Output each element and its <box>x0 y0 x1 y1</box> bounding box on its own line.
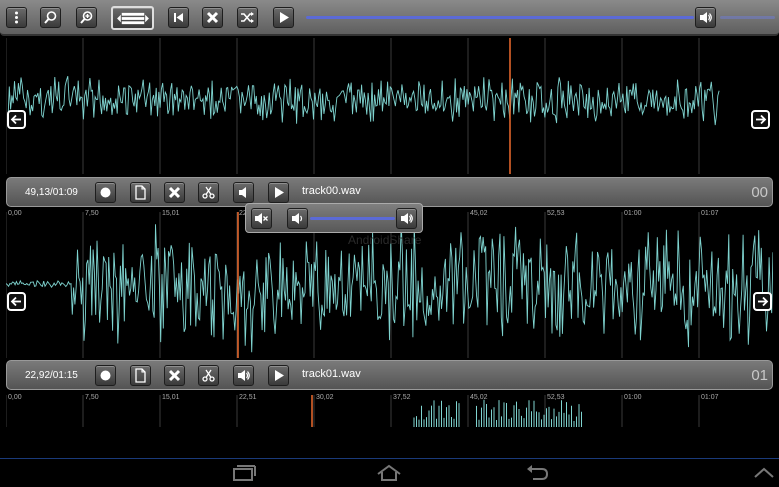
track-name: track01.wav <box>302 368 361 380</box>
menu-button[interactable] <box>6 7 27 28</box>
zoom-in-icon <box>80 11 93 24</box>
watermark: AndroidShare <box>348 233 422 247</box>
waveform-path <box>7 75 720 126</box>
file-button[interactable] <box>130 182 151 203</box>
delete-track-button[interactable] <box>164 182 185 203</box>
skip-back-icon <box>174 13 183 22</box>
cut-button[interactable] <box>198 365 219 386</box>
arrow-left-icon <box>10 114 21 125</box>
track-number: 00 <box>751 184 768 201</box>
record-button[interactable] <box>95 182 116 203</box>
track-scroll-right-button[interactable] <box>753 292 772 311</box>
volume-popup <box>245 203 423 233</box>
system-nav-bar <box>0 458 779 487</box>
play-button[interactable] <box>273 7 294 28</box>
zoom-in-button[interactable] <box>76 7 97 28</box>
track-time: 22,92/01:15 <box>25 370 78 381</box>
arrow-right-icon <box>756 114 767 125</box>
chevron-up-icon[interactable] <box>751 464 777 482</box>
max-volume-button[interactable] <box>396 208 417 229</box>
close-icon <box>206 11 219 24</box>
track-play-button[interactable] <box>268 365 289 386</box>
main-toolbar <box>0 0 779 36</box>
file-button[interactable] <box>130 365 151 386</box>
cut-button[interactable] <box>198 182 219 203</box>
record-button[interactable] <box>95 365 116 386</box>
scissors-icon <box>202 186 215 199</box>
home-icon[interactable] <box>376 464 402 482</box>
mute-icon <box>255 213 268 224</box>
play-icon <box>275 187 284 198</box>
zoom-out-icon <box>44 11 57 24</box>
close-icon <box>168 186 181 199</box>
scissors-icon <box>202 369 215 382</box>
speaker-icon <box>700 12 712 23</box>
close-icon <box>168 369 181 382</box>
shuffle-button[interactable] <box>237 7 258 28</box>
volume-slider-remaining <box>720 16 775 19</box>
play-icon <box>280 12 289 23</box>
skip-back-button[interactable] <box>168 7 189 28</box>
waveform-overview-svg <box>6 38 720 174</box>
track-scroll-left-button[interactable] <box>7 292 26 311</box>
volume-button[interactable] <box>695 7 716 28</box>
popup-volume-slider[interactable] <box>310 217 395 220</box>
speaker-low-icon <box>239 187 246 198</box>
track-volume-button[interactable] <box>233 365 254 386</box>
fit-width-icon <box>116 12 149 24</box>
volume-slider[interactable] <box>306 16 694 19</box>
track-bar-01: 22,92/01:15 track01.wav 01 <box>6 360 773 390</box>
track-number: 01 <box>751 367 768 384</box>
speaker-icon <box>401 213 413 224</box>
close-button[interactable] <box>202 7 223 28</box>
menu-icon <box>15 11 18 24</box>
delete-track-button[interactable] <box>164 365 185 386</box>
play-icon <box>275 370 284 381</box>
arrow-right-icon <box>758 296 769 307</box>
track-name: track00.wav <box>302 185 361 197</box>
recent-apps-icon[interactable] <box>231 464 257 482</box>
track-volume-button[interactable] <box>233 182 254 203</box>
fit-width-button[interactable] <box>111 6 154 30</box>
speaker-icon <box>238 370 250 381</box>
speaker-icon <box>292 213 303 224</box>
scroll-right-button[interactable] <box>751 110 770 129</box>
track-time: 49,13/01:09 <box>25 187 78 198</box>
mute-button[interactable] <box>251 208 272 229</box>
scroll-left-button[interactable] <box>7 110 26 129</box>
waveform-track01-svg <box>6 395 700 427</box>
arrow-left-icon <box>10 296 21 307</box>
overview-waveform[interactable] <box>6 38 773 174</box>
volume-thumb[interactable] <box>287 208 308 229</box>
file-icon <box>135 185 146 200</box>
track-play-button[interactable] <box>268 182 289 203</box>
track01-waveform[interactable] <box>6 395 773 427</box>
record-icon <box>100 370 111 381</box>
zoom-out-button[interactable] <box>40 7 61 28</box>
file-icon <box>135 368 146 383</box>
shuffle-icon <box>241 12 254 23</box>
record-icon <box>100 187 111 198</box>
back-icon[interactable] <box>524 464 550 482</box>
